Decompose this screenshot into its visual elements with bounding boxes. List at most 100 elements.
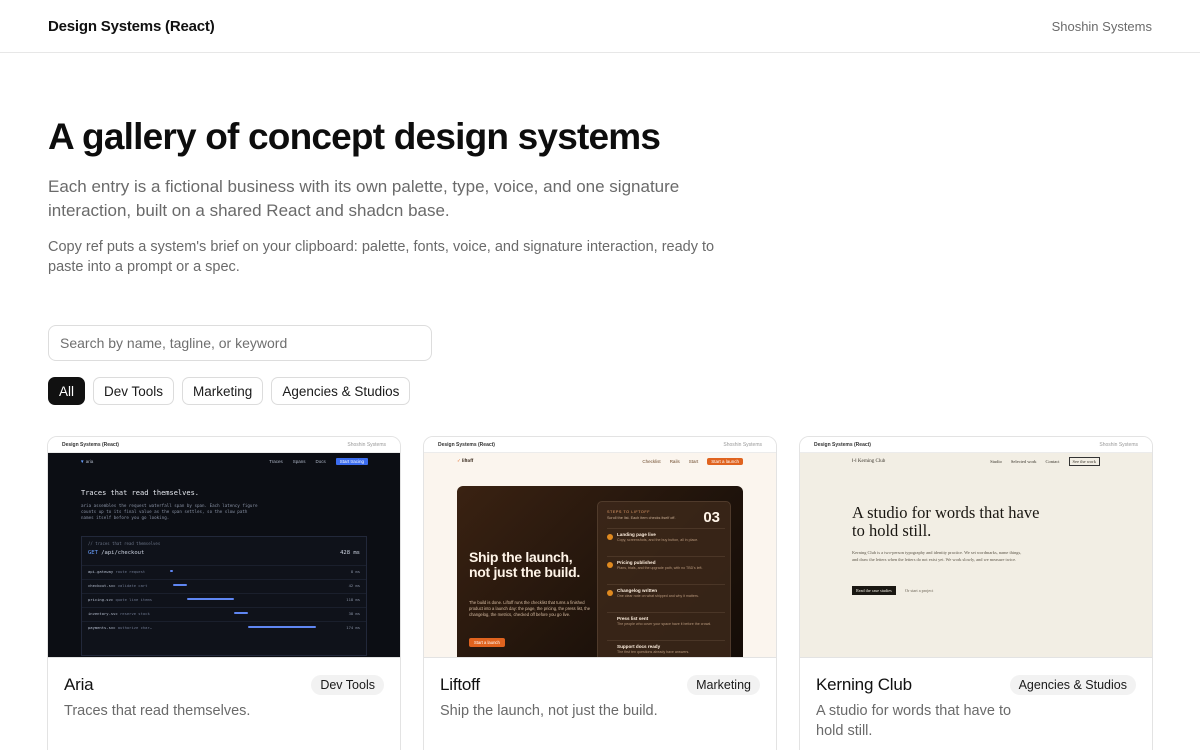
- checklist-item-detail: Copy, screenshots, and the buy button, a…: [617, 538, 699, 542]
- span-name: api-gateway route request: [88, 569, 145, 574]
- checklist-card: STEPS TO LIFTOFF Scroll the list. Each i…: [597, 501, 731, 657]
- card-preview: Design Systems (React) Shoshin Systems Ⅰ…: [800, 437, 1152, 658]
- span-op: route request: [115, 569, 146, 574]
- checklist-item-title: Landing page live: [617, 532, 656, 537]
- liftoff-headline: Ship the launch, not just the build.: [469, 549, 580, 580]
- card-tagline: Ship the launch, not just the build.: [440, 703, 658, 719]
- kerning-body: Kerning Club is a two-person typography …: [852, 550, 1022, 562]
- aria-logo-icon: ▼: [80, 458, 85, 464]
- span-duration: 174 ms: [346, 625, 360, 630]
- hero-section: A gallery of concept design systems Each…: [0, 53, 1200, 277]
- checklist-item-title: Support docs ready: [617, 644, 661, 649]
- aria-nav-item: Docs: [315, 458, 326, 464]
- trace-method: GET: [88, 550, 98, 556]
- kerning-headline: A studio for words that have to hold sti…: [852, 503, 1040, 540]
- preview-top-bar: Design Systems (React) Shoshin Systems: [800, 437, 1152, 453]
- filter-agencies-studios[interactable]: Agencies & Studios: [271, 377, 411, 405]
- kerning-nav-item: Contact: [1045, 458, 1060, 464]
- span-row: pricing-svc quote line items 118 ms: [82, 593, 366, 604]
- aria-nav: ▼ aria Traces Spans Docs Start tracing: [48, 453, 400, 469]
- checklist-subtitle: Scroll the list. Each item checks itself…: [607, 516, 676, 520]
- span-op: reserve stock: [120, 611, 150, 616]
- card-category-badge: Marketing: [687, 675, 760, 695]
- preview-brand: Design Systems (React): [814, 441, 871, 448]
- aria-headline: Traces that read themselves.: [81, 489, 200, 497]
- preview-org: Shoshin Systems: [1099, 441, 1138, 448]
- span-name: checkout-svc validate cart: [88, 583, 147, 588]
- checklist-item: Landing page live Copy, screenshots, and …: [607, 528, 725, 542]
- checklist-item-title: Pricing published: [617, 560, 656, 565]
- checklist-count: 03: [703, 509, 720, 526]
- trace-request: GET /api/checkout: [88, 550, 144, 556]
- trace-caption: // traces that read themselves: [88, 541, 161, 546]
- span-bar: [173, 584, 188, 586]
- copy-ref-note: Copy ref puts a system's brief on your c…: [48, 239, 715, 275]
- span-bar: [233, 612, 248, 614]
- span-op: quote line items: [115, 597, 153, 602]
- aria-body: aria assembles the request waterfall spa…: [81, 503, 258, 520]
- preview-org: Shoshin Systems: [347, 441, 386, 448]
- kerning-primary-button: Read the case studies: [852, 586, 896, 595]
- kerning-logo: Ⅰ-Ⅰ Kerning Club: [852, 458, 885, 464]
- check-circle-icon: [607, 562, 613, 568]
- card-aria[interactable]: Design Systems (React) Shoshin Systems ▼…: [47, 436, 401, 750]
- checklist-item-detail: One clear note on what shipped and why i…: [617, 594, 699, 598]
- check-icon: ✓: [457, 458, 461, 463]
- empty-circle-icon: [607, 646, 613, 652]
- liftoff-body: The build is done. Liftoff runs the chec…: [469, 600, 591, 617]
- checklist-label: STEPS TO LIFTOFF: [607, 510, 651, 514]
- preview-org: Shoshin Systems: [723, 441, 762, 448]
- span-name: inventory-svc reserve stock: [88, 611, 150, 616]
- preview-top-bar: Design Systems (React) Shoshin Systems: [48, 437, 400, 453]
- filter-all[interactable]: All: [48, 377, 86, 405]
- liftoff-hero: Ship the launch, not just the build. The…: [457, 486, 743, 657]
- filter-marketing[interactable]: Marketing: [182, 377, 264, 405]
- liftoff-nav-item: Start: [688, 458, 699, 464]
- checklist-item: Press list sent The people who cover your…: [607, 612, 725, 626]
- search-input[interactable]: [48, 325, 432, 361]
- card-tagline: Traces that read themselves.: [64, 703, 251, 719]
- checklist-item-detail: Plans, trials, and the upgrade path, wit…: [617, 566, 703, 570]
- span-service: payments-svc: [88, 625, 116, 630]
- kerning-preview: Ⅰ-Ⅰ Kerning Club Studio Selected work Co…: [800, 453, 1152, 657]
- aria-nav-item: Traces: [269, 458, 283, 464]
- liftoff-nav-item: Rails: [669, 458, 680, 464]
- span-row: inventory-svc reserve stock 38 ms: [82, 607, 366, 618]
- trace-total: 428 ms: [340, 550, 360, 556]
- card-category-badge: Dev Tools: [311, 675, 384, 695]
- kerning-cta: See the work: [1068, 456, 1100, 466]
- kerning-nav-item: Studio: [990, 458, 1002, 464]
- card-liftoff[interactable]: Design Systems (React) Shoshin Systems ✓…: [423, 436, 777, 750]
- aria-nav-item: Spans: [292, 458, 306, 464]
- checklist-item-detail: The first ten questions already have ans…: [617, 650, 690, 654]
- liftoff-logo-text: liftoff: [462, 458, 474, 463]
- checklist-item-detail: The people who cover your space have it …: [617, 622, 712, 626]
- card-title: Aria: [64, 675, 94, 694]
- liftoff-button: Start a launch: [469, 638, 505, 647]
- card-kerning-club[interactable]: Design Systems (React) Shoshin Systems Ⅰ…: [799, 436, 1153, 750]
- aria-preview: ▼ aria Traces Spans Docs Start tracing T…: [48, 453, 400, 657]
- category-filters: All Dev Tools Marketing Agencies & Studi…: [48, 377, 411, 405]
- liftoff-nav: ✓ liftoff Checklist Rails Start Start a …: [424, 453, 776, 469]
- span-duration: 118 ms: [346, 597, 360, 602]
- page-title: A gallery of concept design systems: [48, 116, 661, 157]
- span-row: payments-svc authorize char… 174 ms: [82, 621, 366, 632]
- org-name[interactable]: Shoshin Systems: [1052, 19, 1152, 34]
- span-bar: [187, 598, 234, 600]
- span-bar: [247, 626, 316, 628]
- span-service: inventory-svc: [88, 611, 118, 616]
- span-row: api-gateway route request 8 ms: [82, 565, 366, 576]
- span-bar: [169, 570, 173, 572]
- trace-panel: // traces that read themselves GET /api/…: [81, 536, 367, 656]
- liftoff-preview: ✓ liftoff Checklist Rails Start Start a …: [424, 453, 776, 657]
- filter-dev-tools[interactable]: Dev Tools: [93, 377, 175, 405]
- card-category-badge: Agencies & Studios: [1009, 675, 1136, 695]
- checklist-item: Pricing published Plans, trials, and the …: [607, 556, 725, 570]
- top-bar: Design Systems (React) Shoshin Systems: [0, 0, 1200, 53]
- span-row: checkout-svc validate cart 42 ms: [82, 579, 366, 590]
- site-brand[interactable]: Design Systems (React): [48, 18, 215, 35]
- page-lead: Each entry is a fictional business with …: [48, 177, 680, 220]
- span-duration: 42 ms: [348, 583, 360, 588]
- preview-brand: Design Systems (React): [438, 441, 495, 448]
- liftoff-cta: Start a launch: [707, 457, 743, 465]
